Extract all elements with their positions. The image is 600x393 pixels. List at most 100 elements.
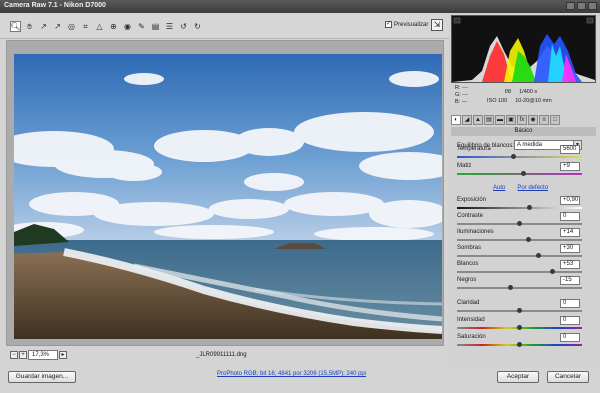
color-sampler-icon[interactable]: ↗ xyxy=(52,21,63,32)
adjustment-brush-icon[interactable]: ✎ xyxy=(136,21,147,32)
tab-split-toning-icon[interactable]: ▬ xyxy=(495,115,505,125)
slider-label: Blancos xyxy=(457,261,479,267)
slider-thumb[interactable] xyxy=(517,342,522,347)
slider-thumb[interactable] xyxy=(535,253,541,258)
tab-detail-icon[interactable]: ▲ xyxy=(473,115,483,125)
shadow-clip-warning-icon[interactable] xyxy=(453,17,461,24)
slider-track[interactable] xyxy=(457,308,582,313)
spot-removal-icon[interactable]: ⊕ xyxy=(108,21,119,32)
target-adjust-icon[interactable]: ◎ xyxy=(66,21,77,32)
readout-r: R: --- xyxy=(455,85,468,91)
slider-track[interactable] xyxy=(457,154,582,159)
preview-toggle[interactable]: ✓ Previsualizar xyxy=(385,21,428,28)
slider-track[interactable] xyxy=(457,171,582,176)
tab-basic-icon[interactable]: ◐ xyxy=(451,115,461,125)
cancel-button[interactable]: Cancelar xyxy=(547,371,589,383)
zoom-level: 17,3% xyxy=(32,352,50,358)
preferences-icon[interactable]: ☰ xyxy=(164,21,175,32)
slider-thumb[interactable] xyxy=(517,325,522,330)
slider-label: Claridad xyxy=(457,300,480,306)
tab-hsl-icon[interactable]: ▤ xyxy=(484,115,494,125)
preview-checkbox[interactable]: ✓ xyxy=(385,21,392,28)
shutter-speed: 1/400 s xyxy=(519,89,538,95)
slider-value-field[interactable]: +0,90 xyxy=(560,196,580,205)
default-link[interactable]: Por defecto xyxy=(517,185,548,191)
slider-thumb[interactable] xyxy=(517,221,522,226)
seascape-image xyxy=(14,54,442,339)
straighten-icon[interactable]: △ xyxy=(94,21,105,32)
histogram-graph xyxy=(452,17,595,82)
slider-thumb[interactable] xyxy=(517,308,522,313)
crop-icon[interactable]: ⌗ xyxy=(80,21,91,32)
slider-thumb[interactable] xyxy=(549,269,555,274)
slider-thumb[interactable] xyxy=(525,237,531,242)
aperture: f/8 xyxy=(505,89,512,95)
highlight-clip-warning-icon[interactable] xyxy=(586,17,594,24)
slider-label: Iluminaciones xyxy=(457,229,494,235)
lens: 10-20@10 mm xyxy=(515,98,552,104)
workflow-options-link[interactable]: ProPhoto RGB; bit 16; 4841 por 3206 (15,… xyxy=(217,371,366,377)
minimize-icon[interactable] xyxy=(566,2,575,10)
section-title-label: Básico xyxy=(514,128,533,134)
slider-track[interactable] xyxy=(457,269,582,274)
slider-track[interactable] xyxy=(457,205,582,210)
slider-value-field[interactable]: +9 xyxy=(560,162,580,171)
slider-value-field[interactable]: 0 xyxy=(560,333,580,342)
photo-preview[interactable] xyxy=(14,54,442,339)
panel-tabs: ◐ ◢ ▲ ▤ ▬ ▣ fx ◉ ≡ □ xyxy=(451,115,596,126)
slider-label: Sombras xyxy=(457,245,482,251)
accept-label: Aceptar xyxy=(506,373,530,380)
slider-value-field[interactable]: 0 xyxy=(560,212,580,221)
slider-value-field[interactable]: +53 xyxy=(560,260,580,269)
window-controls xyxy=(566,2,597,10)
slider-value-field[interactable]: 0 xyxy=(560,299,580,308)
slider-value-field[interactable]: 5600 xyxy=(560,145,580,154)
slider-track[interactable] xyxy=(457,253,582,258)
auto-link[interactable]: Auto xyxy=(493,185,505,191)
zoom-level-field[interactable]: 17,3% xyxy=(28,350,58,360)
preview-label: Previsualizar xyxy=(394,21,429,28)
maximize-icon[interactable] xyxy=(577,2,586,10)
footer: Guardar imagen... ProPhoto RGB; bit 16; … xyxy=(0,367,600,393)
tab-presets-icon[interactable]: ≡ xyxy=(539,115,549,125)
image-status-bar: − + 17,3% ▸ _JLR09911111.dng xyxy=(6,348,444,362)
rotate-left-icon[interactable]: ↺ xyxy=(178,21,189,32)
hand-icon[interactable]: ✋︎ xyxy=(24,21,35,32)
title-bar: Camera Raw 7.1 - Nikon D7000 xyxy=(0,0,600,13)
tab-snapshots-icon[interactable]: □ xyxy=(550,115,560,125)
zoom-out-button[interactable]: − xyxy=(10,351,18,359)
image-preview-area xyxy=(6,40,444,346)
graduated-filter-icon[interactable]: ▤ xyxy=(150,21,161,32)
slider-thumb[interactable] xyxy=(527,205,532,210)
red-eye-icon[interactable]: ◉ xyxy=(122,21,133,32)
save-image-button[interactable]: Guardar imagen... xyxy=(8,371,76,383)
iso: ISO 100 xyxy=(487,98,508,104)
accept-button[interactable]: Aceptar xyxy=(497,371,539,383)
slider-value-field[interactable]: -15 xyxy=(560,276,580,285)
rotate-right-icon[interactable]: ↻ xyxy=(192,21,203,32)
slider-label: Temperatura xyxy=(457,146,491,152)
tab-tone-curve-icon[interactable]: ◢ xyxy=(462,115,472,125)
slider-track[interactable] xyxy=(457,237,582,242)
fullscreen-button[interactable]: ⇲ xyxy=(431,19,443,31)
slider-track[interactable] xyxy=(457,285,582,290)
tab-lens-icon[interactable]: ▣ xyxy=(506,115,516,125)
white-balance-value: A medida xyxy=(517,142,543,148)
slider-thumb[interactable] xyxy=(508,285,514,290)
zoom-icon[interactable]: 🔍︎ xyxy=(10,21,21,32)
white-balance-icon[interactable]: ↗ xyxy=(38,21,49,32)
slider-thumb[interactable] xyxy=(520,171,526,176)
slider-value-field[interactable]: +30 xyxy=(560,244,580,253)
tab-camera-calibration-icon[interactable]: ◉ xyxy=(528,115,538,125)
slider-track[interactable] xyxy=(457,342,582,347)
slider-thumb[interactable] xyxy=(510,154,516,159)
slider-track[interactable] xyxy=(457,221,582,226)
slider-track[interactable] xyxy=(457,325,582,330)
close-icon[interactable] xyxy=(588,2,597,10)
slider-value-field[interactable]: +14 xyxy=(560,228,580,237)
zoom-menu-icon[interactable]: ▸ xyxy=(59,351,67,359)
slider-label: Intensidad xyxy=(457,317,485,323)
zoom-in-button[interactable]: + xyxy=(19,351,27,359)
tab-effects-icon[interactable]: fx xyxy=(517,115,527,125)
slider-value-field[interactable]: 0 xyxy=(560,316,580,325)
